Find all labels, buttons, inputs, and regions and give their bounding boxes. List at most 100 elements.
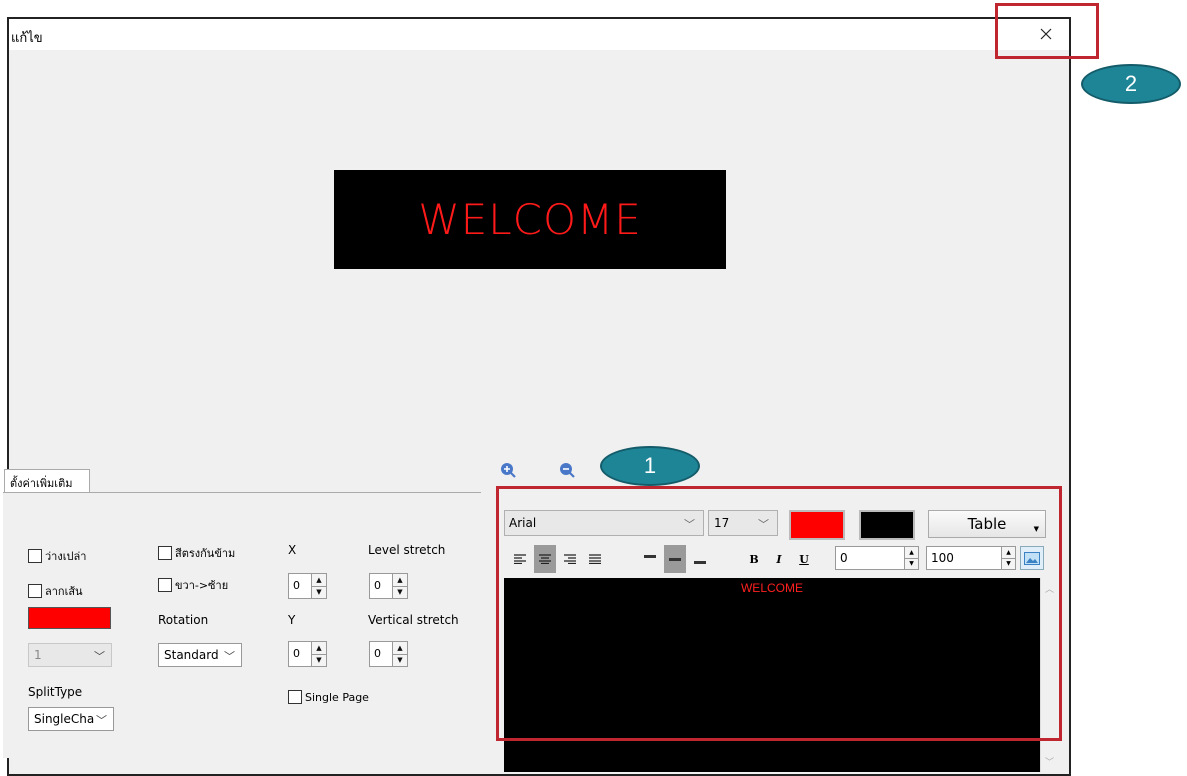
close-button[interactable] [1029, 21, 1063, 47]
led-preview: WELCOME [334, 170, 726, 269]
chevron-down-icon: ﹀ [94, 650, 105, 663]
align-left-icon [514, 554, 526, 564]
text-content: WELCOME [740, 581, 803, 595]
split-type-select[interactable]: SingleCha ﹀ [28, 707, 114, 731]
valign-bottom-icon [694, 561, 706, 564]
text-content-area[interactable]: WELCOME [504, 578, 1040, 772]
valign-middle-icon [669, 558, 681, 561]
font-size-value: 17 [714, 516, 730, 530]
chevron-down-icon: ﹀ [684, 518, 695, 531]
scroll-down-icon[interactable]: ﹀ [1041, 753, 1058, 770]
underline-button[interactable]: U [793, 545, 815, 573]
stroke-color-swatch[interactable] [28, 607, 111, 629]
spin-down-icon[interactable]: ▼ [312, 587, 326, 599]
align-justify-icon [589, 554, 601, 564]
spin-up-icon[interactable]: ▲ [1002, 547, 1015, 559]
align-justify-button[interactable] [584, 545, 606, 573]
split-type-value: SingleCha [34, 712, 95, 726]
scale-stepper[interactable]: 100 ▲ ▼ [926, 546, 1016, 570]
spin-down-icon[interactable]: ▼ [393, 587, 407, 599]
checkbox-box [158, 546, 172, 560]
spin-up-icon[interactable]: ▲ [312, 642, 326, 655]
y-stepper[interactable]: 0 ▲ ▼ [288, 641, 327, 667]
chevron-down-icon: ﹀ [758, 518, 769, 531]
align-right-button[interactable] [559, 545, 581, 573]
spin-up-icon[interactable]: ▲ [393, 574, 407, 587]
level-stretch-label: Level stretch [368, 543, 446, 557]
font-family-select[interactable]: Arial ﹀ [504, 510, 704, 536]
valign-bottom-button[interactable] [689, 545, 711, 573]
rotation-select[interactable]: Standard ﹀ [158, 643, 242, 667]
x-value[interactable]: 0 [288, 573, 312, 599]
close-icon [1040, 28, 1052, 40]
chevron-down-icon: ﹀ [96, 714, 107, 727]
checkbox-box [158, 578, 172, 592]
single-page-checkbox[interactable]: Single Page [288, 690, 369, 704]
invert-color-label: สีตรงกันข้าม [175, 547, 236, 560]
blank-checkbox-label: ว่างเปล่า [45, 550, 87, 563]
font-size-select[interactable]: 17 ﹀ [708, 510, 778, 536]
checkbox-box [28, 584, 42, 598]
spacing-value[interactable]: 0 [835, 546, 905, 570]
vertical-stretch-value[interactable]: 0 [369, 641, 393, 667]
stroke-width-value: 1 [34, 648, 42, 662]
rotation-value: Standard [164, 648, 219, 662]
right-to-left-label: ขวา->ซ้าย [175, 579, 229, 592]
y-label: Y [288, 613, 296, 627]
font-family-value: Arial [509, 516, 537, 530]
valign-top-button[interactable] [639, 545, 661, 573]
spin-up-icon[interactable]: ▲ [312, 574, 326, 587]
vertical-scrollbar[interactable]: ︿ ﹀ [1040, 578, 1057, 772]
chevron-down-icon: ﹀ [224, 650, 235, 663]
background-color-swatch[interactable] [859, 510, 915, 540]
align-center-button[interactable] [534, 545, 556, 573]
right-to-left-checkbox[interactable]: ขวา->ซ้าย [158, 576, 228, 594]
level-stretch-stepper[interactable]: 0 ▲ ▼ [369, 573, 408, 599]
align-center-icon [539, 554, 551, 564]
zoom-out-icon[interactable] [559, 462, 575, 478]
stroke-width-select: 1 ﹀ [28, 643, 112, 667]
stroke-checkbox[interactable]: ลากเส้น [28, 582, 83, 600]
table-button[interactable]: Table ▼ [928, 510, 1046, 538]
text-color-swatch[interactable] [789, 510, 845, 540]
table-button-label: Table [967, 515, 1007, 533]
checkbox-box [28, 549, 42, 563]
rotation-label: Rotation [158, 613, 209, 627]
align-left-button[interactable] [509, 545, 531, 573]
invert-color-checkbox[interactable]: สีตรงกันข้าม [158, 544, 235, 562]
scroll-up-icon[interactable]: ︿ [1041, 580, 1058, 597]
valign-middle-button[interactable] [664, 545, 686, 573]
y-value[interactable]: 0 [288, 641, 312, 667]
level-stretch-value[interactable]: 0 [369, 573, 393, 599]
x-stepper[interactable]: 0 ▲ ▼ [288, 573, 327, 599]
spin-down-icon[interactable]: ▼ [393, 655, 407, 667]
zoom-in-icon[interactable] [500, 462, 516, 478]
split-type-label: SplitType [28, 685, 83, 699]
callout-1: 1 [600, 446, 700, 486]
tab-advanced-settings[interactable]: ตั้งค่าเพิ่มเติม [4, 469, 90, 493]
spin-up-icon[interactable]: ▲ [905, 547, 918, 559]
insert-image-button[interactable] [1020, 546, 1044, 570]
vertical-stretch-label: Vertical stretch [368, 613, 459, 627]
spin-down-icon[interactable]: ▼ [1002, 559, 1015, 570]
spin-down-icon[interactable]: ▼ [312, 655, 326, 667]
checkbox-box [288, 690, 302, 704]
spin-up-icon[interactable]: ▲ [393, 642, 407, 655]
window-title: แก้ไข [11, 31, 43, 46]
image-icon [1024, 551, 1040, 565]
dropdown-arrow-icon: ▼ [1033, 525, 1039, 533]
x-label: X [288, 543, 297, 557]
spin-down-icon[interactable]: ▼ [905, 559, 918, 570]
align-right-icon [564, 554, 576, 564]
valign-top-icon [644, 555, 656, 558]
blank-checkbox[interactable]: ว่างเปล่า [28, 547, 86, 565]
title-bar: แก้ไข [9, 19, 1069, 50]
single-page-label: Single Page [305, 690, 369, 704]
callout-2: 2 [1081, 64, 1181, 104]
bold-button[interactable]: B [743, 545, 765, 573]
scale-value[interactable]: 100 [926, 546, 1002, 570]
led-preview-text: WELCOME [418, 195, 642, 244]
spacing-stepper[interactable]: 0 ▲ ▼ [835, 546, 919, 570]
italic-button[interactable]: I [768, 545, 790, 573]
vertical-stretch-stepper[interactable]: 0 ▲ ▼ [369, 641, 408, 667]
